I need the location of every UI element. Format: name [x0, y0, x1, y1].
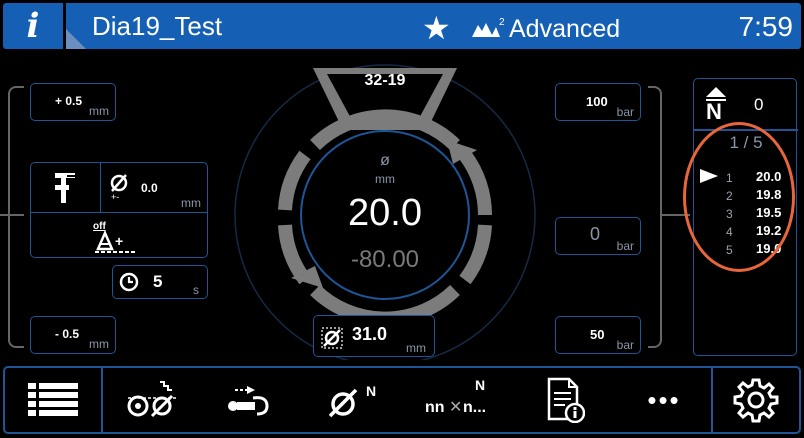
diameter-value: 20.0	[348, 192, 422, 234]
report-info-button[interactable]	[533, 368, 597, 432]
measure-settings-panel: +- 0.0 mm off +	[30, 162, 208, 258]
gear-icon	[733, 378, 779, 423]
clock-icon	[119, 272, 139, 292]
diameter-n-superscript: N	[365, 383, 377, 399]
program-number[interactable]: 32-19	[330, 72, 440, 90]
counter-icon: N	[702, 85, 730, 124]
pressure-min-unit: bar	[616, 338, 634, 352]
outer-diameter-unit: mm	[406, 341, 426, 355]
caliper-icon	[55, 173, 75, 203]
secondary-value: -80.00	[350, 246, 420, 273]
timer-unit: s	[193, 283, 199, 297]
pressure-min-value: 50	[590, 327, 605, 342]
upper-tolerance-value: + 0.5	[55, 94, 83, 108]
left-scale-center-tick	[0, 214, 24, 216]
pressure-current-value: 0	[590, 224, 601, 244]
timer-field[interactable]: 5 s	[112, 265, 208, 299]
svg-text:+-: +-	[111, 192, 119, 201]
auto-adjust-button[interactable]: off +	[87, 219, 147, 255]
highlight-annotation	[683, 122, 795, 272]
bottom-toolbar: N N nn ✕ n... •••	[3, 366, 801, 434]
counter-value: 0	[754, 95, 764, 114]
caliper-button[interactable]	[31, 163, 101, 213]
upper-tolerance-unit: mm	[89, 104, 109, 118]
sequence-n-cross: ✕	[449, 399, 463, 416]
star-icon[interactable]: ★	[422, 9, 451, 47]
gauge-unit: mm	[375, 172, 395, 186]
pressure-max-field[interactable]: 100 bar	[555, 83, 641, 121]
pressure-min-field[interactable]: 50 bar	[555, 316, 641, 354]
transfer-icon	[228, 386, 269, 416]
lower-tolerance-unit: mm	[89, 337, 109, 351]
right-scale-bracket	[648, 86, 662, 348]
sequence-n-button[interactable]: N nn ✕ n...	[419, 368, 499, 432]
calibrate-button[interactable]	[117, 368, 187, 432]
list-menu-icon	[28, 383, 78, 416]
pressure-max-value: 100	[586, 94, 608, 109]
sequence-n-icon: N nn ✕ n...	[419, 375, 499, 425]
pressure-current-field[interactable]: 0 bar	[555, 217, 641, 255]
users-level-icon: 2	[470, 17, 506, 44]
sequence-n-superscript: N	[475, 377, 486, 393]
svg-text:2: 2	[499, 17, 505, 28]
svg-text:+: +	[115, 233, 123, 249]
lower-tolerance-field[interactable]: - 0.5 mm	[30, 316, 116, 354]
report-info-icon	[547, 377, 585, 423]
diameter-offset-value: 0.0	[141, 181, 158, 195]
more-icon: •••	[647, 384, 681, 415]
menu-button[interactable]	[5, 368, 101, 432]
clock: 7:59	[738, 11, 794, 42]
counter-label: N	[706, 99, 722, 124]
lower-tolerance-value: - 0.5	[55, 327, 80, 341]
toolbar-divider	[101, 368, 103, 432]
left-scale-bracket	[8, 86, 24, 348]
transfer-button[interactable]	[213, 368, 283, 432]
timer-value: 5	[153, 272, 163, 291]
sequence-n-text-end: n...	[463, 399, 487, 416]
diameter-n-icon	[328, 388, 358, 418]
diameter-outer-icon	[321, 327, 343, 349]
sequence-n-text: nn	[425, 399, 445, 416]
upper-tolerance-field[interactable]: + 0.5 mm	[30, 83, 116, 121]
auto-adjust-icon: +	[95, 231, 135, 253]
diameter-offset-unit: mm	[181, 196, 201, 210]
calibrate-icon	[127, 381, 176, 418]
title-bar: Dia19_Test ★ 2 Advanced 7:59	[66, 3, 801, 49]
gauge-readout: ø mm 20.0 -80.00	[310, 152, 460, 280]
diameter-symbol: ø	[380, 152, 390, 169]
outer-diameter-value: 31.0	[352, 324, 388, 344]
pressure-max-unit: bar	[616, 105, 634, 119]
header-bar: i Dia19_Test ★ 2 Advanced 7:59	[3, 3, 801, 49]
pressure-current-unit: bar	[616, 239, 634, 253]
info-icon: i	[26, 6, 40, 46]
info-button[interactable]: i	[3, 3, 63, 49]
title-corner-decoration	[66, 29, 86, 49]
settings-button[interactable]	[713, 368, 799, 432]
program-title[interactable]: Dia19_Test	[92, 11, 222, 42]
user-mode-label[interactable]: Advanced	[509, 15, 620, 44]
diameter-offset-icon: +-	[110, 174, 128, 201]
diameter-offset-field[interactable]: +- 0.0 mm	[101, 163, 207, 213]
more-button[interactable]: •••	[627, 368, 701, 432]
outer-diameter-field[interactable]: 31.0 mm	[313, 315, 435, 357]
diameter-n-button[interactable]: N	[311, 368, 391, 432]
